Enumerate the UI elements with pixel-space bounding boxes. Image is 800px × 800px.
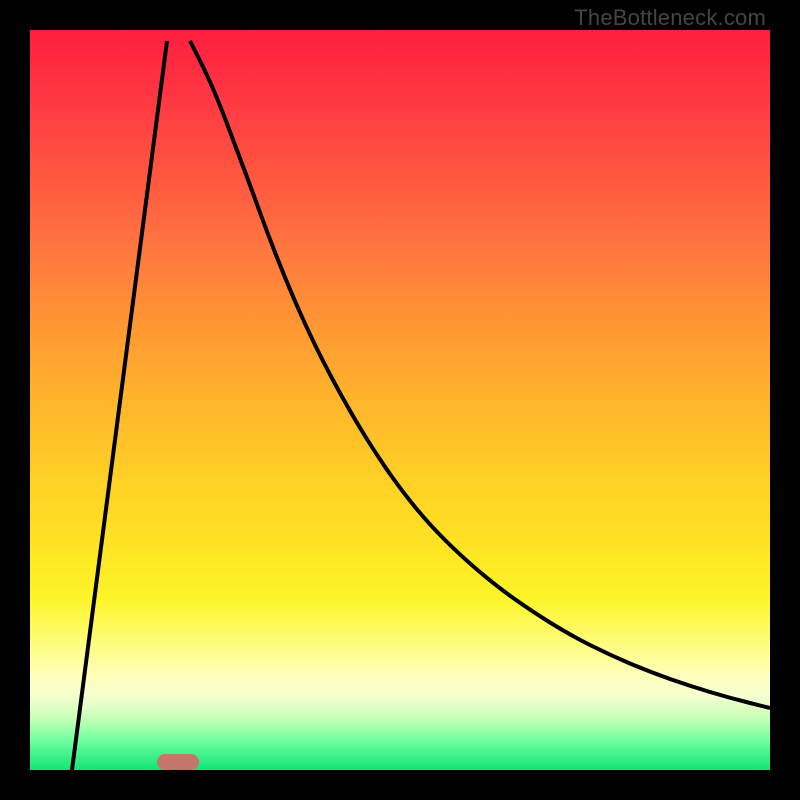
- border-bottom: [0, 770, 800, 800]
- plot-area: [30, 30, 770, 770]
- watermark-text: TheBottleneck.com: [574, 5, 766, 31]
- border-right: [770, 0, 800, 800]
- border-left: [0, 0, 30, 800]
- min-marker: [157, 754, 199, 770]
- chart-container: TheBottleneck.com: [0, 0, 800, 800]
- curve-right-segment: [190, 41, 770, 708]
- curve-left-segment: [72, 41, 167, 770]
- curve-layer: [30, 30, 770, 770]
